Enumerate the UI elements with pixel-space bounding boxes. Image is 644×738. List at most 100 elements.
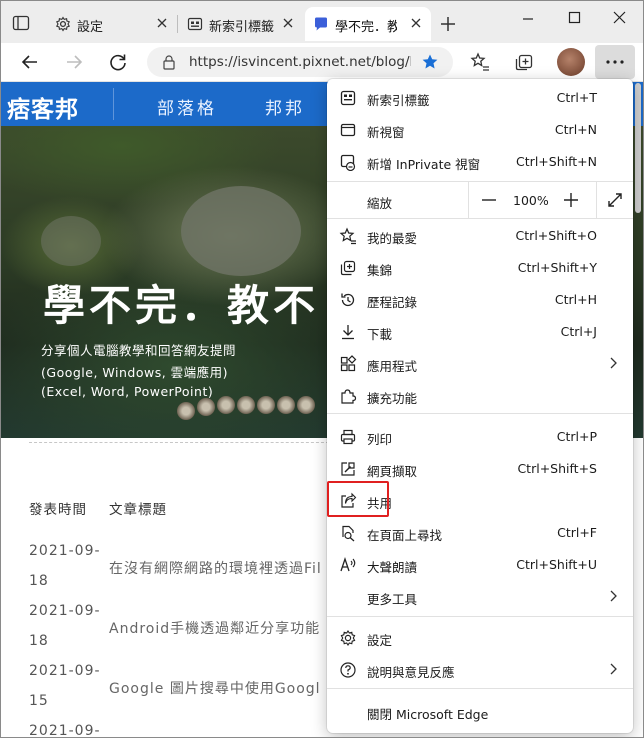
post-date-line: 2021-09- xyxy=(29,543,101,559)
menu-separator xyxy=(327,688,633,689)
url-text[interactable]: https://isvincent.pixnet.net/blog/l... xyxy=(189,54,411,70)
close-tab-icon[interactable] xyxy=(155,16,169,30)
address-toolbar: https://isvincent.pixnet.net/blog/l... xyxy=(1,43,643,82)
post-date-line: 2021-09- xyxy=(29,663,101,679)
menu-item-shortcut: Ctrl+J xyxy=(560,324,597,339)
chevron-right-icon xyxy=(607,589,619,603)
maximize-button[interactable] xyxy=(551,5,597,35)
tab-actions-icon[interactable] xyxy=(11,13,31,33)
menu-item-new-window[interactable]: 新視窗 Ctrl+N xyxy=(327,114,633,145)
menu-item-apps[interactable]: 應用程式 xyxy=(327,348,633,379)
zoom-out-button[interactable] xyxy=(480,191,498,209)
settings-and-more-menu: 新索引標籤 Ctrl+T 新視窗 Ctrl+N 新增 InPrivate 視窗 … xyxy=(327,79,633,733)
hero-log xyxy=(297,396,315,414)
hero-log xyxy=(217,396,235,414)
chevron-right-icon xyxy=(607,662,619,676)
collections-icon xyxy=(339,259,357,277)
hero-log xyxy=(197,398,215,416)
menu-item-label: 大聲朗讀 xyxy=(367,560,418,575)
tab-title: 學不完．教 xyxy=(335,20,397,35)
tab-title: 設定 xyxy=(77,20,104,35)
zoom-value: 100% xyxy=(513,193,549,208)
favorite-star-icon[interactable] xyxy=(421,53,439,71)
gear-icon xyxy=(55,16,71,32)
hero-rock xyxy=(41,216,101,266)
address-bar[interactable]: https://isvincent.pixnet.net/blog/l... xyxy=(147,47,453,77)
zoom-in-button[interactable] xyxy=(562,191,580,209)
menu-item-find-on-page[interactable]: 在頁面上尋找 Ctrl+F xyxy=(327,517,633,548)
close-window-button[interactable] xyxy=(597,5,643,35)
tab-active-blog[interactable]: 學不完．教 xyxy=(305,7,431,41)
menu-item-shortcut: Ctrl+T xyxy=(556,90,597,105)
menu-item-read-aloud[interactable]: 大聲朗讀 Ctrl+Shift+U xyxy=(327,549,633,580)
menu-item-shortcut: Ctrl+Shift+U xyxy=(516,557,597,572)
site-logo[interactable]: 痞客邦 xyxy=(7,90,79,124)
menu-item-shortcut: Ctrl+Shift+N xyxy=(516,154,597,169)
minimize-button[interactable] xyxy=(505,5,551,35)
nav-item-blog[interactable]: 部落格 xyxy=(157,94,217,119)
new-tab-button[interactable] xyxy=(439,15,457,33)
settings-and-more-button[interactable] xyxy=(595,45,635,79)
menu-item-history[interactable]: 歷程記錄 Ctrl+H xyxy=(327,284,633,315)
collections-icon[interactable] xyxy=(513,51,535,73)
extensions-icon xyxy=(339,387,357,405)
post-date: 2021-09- 18 xyxy=(29,596,105,656)
menu-item-extensions[interactable]: 擴充功能 xyxy=(327,380,633,411)
tab-divider xyxy=(177,15,178,33)
menu-item-favorites[interactable]: 我的最愛 Ctrl+Shift+O xyxy=(327,220,633,251)
post-title-link[interactable]: 在沒有網際網路的環境裡透過Fil xyxy=(109,558,322,578)
menu-item-settings[interactable]: 設定 xyxy=(327,622,633,653)
hero-log xyxy=(257,396,275,414)
hero-rock xyxy=(181,186,301,276)
menu-item-new-tab[interactable]: 新索引標籤 Ctrl+T xyxy=(327,82,633,113)
menu-item-shortcut: Ctrl+P xyxy=(556,429,597,444)
read-aloud-icon xyxy=(339,556,357,574)
zoom-divider xyxy=(596,182,597,218)
hero-log xyxy=(177,402,195,420)
tab-new-tab-page[interactable]: 新索引標籤 xyxy=(179,7,303,41)
menu-item-more-tools[interactable]: 更多工具 xyxy=(327,581,633,612)
menu-item-web-capture[interactable]: 網頁擷取 Ctrl+Shift+S xyxy=(327,453,633,484)
profile-avatar[interactable] xyxy=(557,48,585,76)
menu-item-close-edge[interactable]: 關閉 Microsoft Edge xyxy=(327,696,633,727)
favorites-bar-icon[interactable] xyxy=(469,51,491,73)
nav-item-bangbang[interactable]: 邦邦 xyxy=(265,94,305,119)
column-header-title: 文章標題 xyxy=(109,502,167,518)
menu-item-help-and-feedback[interactable]: 說明與意見反應 xyxy=(327,654,633,685)
post-title-link[interactable]: Google 圖片搜尋中使用Googl xyxy=(109,678,321,698)
apps-icon xyxy=(339,355,357,373)
tab-settings[interactable]: 設定 xyxy=(47,7,177,41)
blog-subtitle-line: 分享個人電腦教學和回答網友提問 xyxy=(41,343,237,358)
menu-item-label: 應用程式 xyxy=(367,359,418,374)
menu-item-label: 說明與意見反應 xyxy=(367,665,455,680)
menu-item-label: 新索引標籤 xyxy=(367,93,430,108)
full-screen-icon[interactable] xyxy=(606,191,624,209)
menu-item-shortcut: Ctrl+H xyxy=(554,292,597,307)
close-tab-icon[interactable] xyxy=(409,16,423,30)
settings-icon xyxy=(339,629,357,647)
menu-item-label: 在頁面上尋找 xyxy=(367,528,443,543)
close-tab-icon[interactable] xyxy=(281,16,295,30)
menu-item-collections[interactable]: 集錦 Ctrl+Shift+Y xyxy=(327,252,633,283)
post-date-line: 18 xyxy=(29,573,49,589)
browser-window: 設定 新索引標籤 學不完．教 https://isvincent.pixnet.… xyxy=(0,0,644,738)
refresh-button[interactable] xyxy=(107,51,129,73)
menu-item-downloads[interactable]: 下載 Ctrl+J xyxy=(327,316,633,347)
lock-icon[interactable] xyxy=(161,54,177,70)
post-date: 2021-09- xyxy=(29,716,105,737)
menu-item-new-inprivate-window[interactable]: 新增 InPrivate 視窗 Ctrl+Shift+N xyxy=(327,146,633,177)
menu-separator xyxy=(327,413,633,414)
zoom-row: 縮放 100% xyxy=(327,182,633,218)
post-title-link[interactable]: Android手機透過鄰近分享功能 xyxy=(109,618,320,638)
menu-item-print[interactable]: 列印 Ctrl+P xyxy=(327,421,633,452)
post-date-line: 2021-09- xyxy=(29,603,101,619)
back-button[interactable] xyxy=(19,51,41,73)
menu-item-label: 我的最愛 xyxy=(367,231,418,246)
page-scrollbar[interactable] xyxy=(635,83,641,213)
forward-button[interactable] xyxy=(63,51,85,73)
help-icon xyxy=(339,661,357,679)
blog-subtitle-line: (Excel, Word, PowerPoint) xyxy=(41,384,214,399)
menu-item-label: 歷程記錄 xyxy=(367,295,418,310)
post-date-line: 15 xyxy=(29,693,49,709)
new-tab-icon xyxy=(339,89,357,107)
